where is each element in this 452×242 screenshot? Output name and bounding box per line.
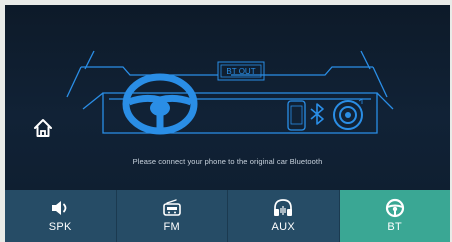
tab-spk-label: SPK <box>48 220 72 233</box>
tab-aux[interactable]: AUX <box>228 190 340 242</box>
bluetooth-panel: BT OUT Please connect your phone to the … <box>5 5 450 190</box>
bt-out-label: BT OUT <box>226 67 255 76</box>
home-icon <box>34 119 52 137</box>
headphones-icon <box>274 198 293 216</box>
speaker-disc-icon <box>333 98 363 130</box>
tab-spk[interactable]: SPK <box>5 190 117 242</box>
bluetooth-icon <box>310 103 324 125</box>
source-tab-bar: SPK FM AUX BT <box>5 190 450 242</box>
connection-message: Please connect your phone to the origina… <box>132 157 323 166</box>
bt-out-badge: BT OUT <box>217 61 265 81</box>
tab-fm-label: FM <box>163 220 180 233</box>
car-head-unit-screen: BT OUT Please connect your phone to the … <box>5 5 450 242</box>
steering-wheel-graphic <box>122 73 198 135</box>
radio-icon <box>162 198 181 216</box>
speaker-icon <box>52 200 67 215</box>
home-button[interactable] <box>32 117 54 139</box>
phone-icon <box>287 100 306 131</box>
steering-wheel-icon <box>385 198 404 217</box>
tab-bt[interactable]: BT <box>339 190 450 242</box>
tab-aux-label: AUX <box>271 220 296 233</box>
tab-bt-label: BT <box>387 220 403 233</box>
tab-fm[interactable]: FM <box>116 190 228 242</box>
